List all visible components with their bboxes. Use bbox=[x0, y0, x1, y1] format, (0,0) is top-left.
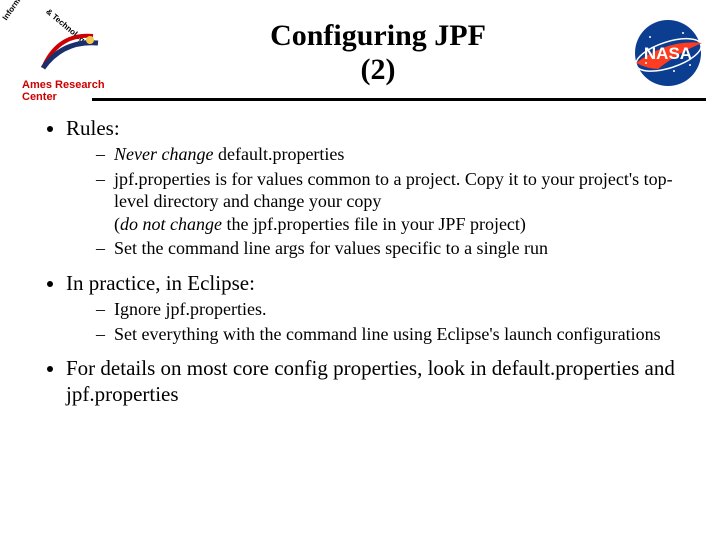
sub-command-line: Set the command line args for values spe… bbox=[96, 237, 690, 260]
swoosh-icon bbox=[38, 28, 108, 78]
sub-never-change-rest: default.properties bbox=[213, 144, 344, 164]
bullet-rules-text: Rules: bbox=[66, 116, 120, 140]
sub-jpf-rest: the jpf.properties file in your JPF proj… bbox=[222, 214, 526, 234]
slide-title-line2: (2) bbox=[138, 53, 618, 88]
slide-header: Information Sciences & Technology Ames R… bbox=[0, 0, 720, 98]
nasa-meatball-icon: NASA bbox=[628, 19, 708, 87]
slide-title-line1: Configuring JPF bbox=[138, 19, 618, 54]
bullet-details-text: For details on most core config properti… bbox=[66, 356, 675, 406]
ames-logo: Information Sciences & Technology Ames R… bbox=[8, 13, 128, 93]
sub-jpf-properties: jpf.properties is for values common to a… bbox=[96, 168, 690, 236]
bullet-eclipse: In practice, in Eclipse: Ignore jpf.prop… bbox=[66, 270, 690, 345]
sub-jpf-italic: do not change bbox=[120, 214, 222, 234]
bullet-eclipse-text: In practice, in Eclipse: bbox=[66, 271, 255, 295]
sub-set-everything: Set everything with the command line usi… bbox=[96, 323, 690, 346]
sub-never-change-italic: Never change bbox=[114, 144, 213, 164]
bullet-details: For details on most core config properti… bbox=[66, 355, 690, 408]
sub-command-line-text: Set the command line args for values spe… bbox=[114, 238, 548, 258]
nasa-logo: NASA bbox=[628, 19, 708, 87]
sub-set-everything-text: Set everything with the command line usi… bbox=[114, 324, 661, 344]
sub-never-change: Never change default.properties bbox=[96, 143, 690, 166]
sub-ignore-jpf-text: Ignore jpf.properties. bbox=[114, 299, 266, 319]
sub-jpf-properties-text: jpf.properties is for values common to a… bbox=[114, 169, 673, 212]
logo-center-text: Ames Research Center bbox=[22, 79, 128, 103]
sub-ignore-jpf: Ignore jpf.properties. bbox=[96, 298, 690, 321]
nasa-logo-text: NASA bbox=[644, 44, 692, 63]
bullet-rules: Rules: Never change default.properties j… bbox=[66, 115, 690, 260]
title-block: Configuring JPF (2) bbox=[128, 19, 628, 88]
slide-body: Rules: Never change default.properties j… bbox=[0, 101, 720, 408]
